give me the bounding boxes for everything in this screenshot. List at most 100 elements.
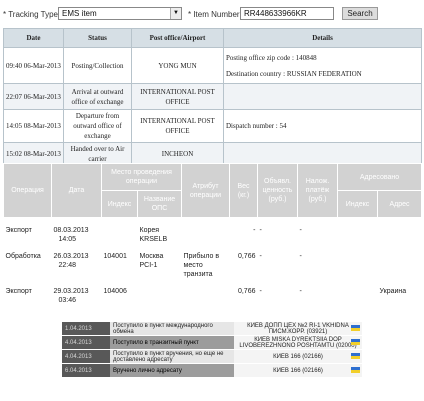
row-ops: [138, 287, 182, 305]
list-item: 4.04.2013 Поступило в пункт вручения, но…: [62, 350, 362, 364]
header-cod: Налож. платёж (руб.): [297, 163, 338, 218]
row-date: 14:05 08-Mar-2013: [3, 109, 64, 143]
row-operation: Экспорт: [5, 288, 32, 295]
row-date-time: 22:48: [58, 262, 77, 269]
item-number-label: * Item Number :: [188, 10, 245, 19]
header-office: Post office/Airport: [131, 28, 224, 48]
log-date: 6.04.2013: [62, 364, 110, 377]
header-index: Индекс: [101, 190, 138, 218]
item-number-input[interactable]: RR448633966KR: [240, 7, 334, 20]
attribute-line: Прибыло в: [183, 253, 220, 260]
row-declared: -: [259, 253, 262, 260]
log-event: Поступило в транзитный пункт: [110, 336, 234, 349]
search-bar: * Tracking Type : EMS item ▼ * Item Numb…: [0, 6, 424, 24]
row-status: Posting/Collection: [63, 47, 132, 84]
row-details: Dispatch number : 54: [223, 109, 422, 143]
detail-line: Destination country : RUSSIAN FEDERATION: [226, 69, 362, 78]
row-status: Departure from outward office of exchang…: [63, 109, 132, 143]
row-office: INTERNATIONAL POST OFFICE: [131, 83, 224, 110]
attribute-line: место: [183, 262, 203, 269]
table-row: 22:07 06-Mar-2013 Arrival at outward off…: [3, 83, 422, 110]
chevron-down-icon[interactable]: ▼: [170, 8, 181, 19]
row-operation: Экспорт: [5, 227, 32, 234]
row-ops: Корея KRSELB: [138, 226, 182, 244]
tracking-type-value: EMS item: [62, 9, 97, 18]
row-date: 26.03.2013 22:48: [52, 252, 102, 279]
header-declared: Объявл. ценность (руб.): [257, 163, 298, 218]
table-row: 09:40 06-Mar-2013 Posting/Collection YON…: [3, 47, 422, 84]
header-operation: Операция: [3, 163, 52, 218]
list-item: 1.04.2013 Поступило в пункт международно…: [62, 322, 362, 336]
row-office: YONG MUN: [131, 47, 224, 84]
row-date-day: 08.03.2013: [53, 227, 89, 234]
ukraine-flag-icon: [351, 339, 360, 345]
header-date: Date: [3, 28, 64, 48]
row-date-time: 14:05: [58, 236, 77, 243]
row-addr-index: [338, 226, 378, 244]
russian-header-row: Операция Дата Место проведения операции …: [3, 163, 422, 218]
row-index: 104006: [103, 288, 127, 295]
log-place-text: КИЕВ 166 (02166): [273, 353, 323, 360]
row-declared: -: [259, 227, 262, 234]
log-place: КИЕВ 166 (02166): [234, 350, 362, 363]
ukraine-flag-icon: [351, 325, 360, 331]
log-place: КИЕВ 166 (02166): [234, 364, 362, 377]
log-event: Вручено лично адресату: [110, 364, 234, 377]
list-item: 4.04.2013 Поступило в транзитный пункт К…: [62, 336, 362, 350]
row-office: INTERNATIONAL POST OFFICE: [131, 109, 224, 143]
row-weight: 0,766: [237, 253, 256, 260]
header-addressed: Адресовано: [337, 163, 422, 191]
log-place-text: КИЕВ ДОПП ЦЕХ №2 RI-1 VKHIDNA ПИСМ.КОРР.…: [247, 322, 349, 335]
row-addr-index: [338, 252, 378, 279]
search-button[interactable]: Search: [342, 7, 378, 20]
attribute-line: транзита: [183, 271, 213, 278]
ops-line: PCI-1: [139, 262, 158, 269]
header-ops-name: Название ОПС: [137, 190, 182, 218]
header-address: Адрес: [377, 190, 422, 218]
row-date: 29.03.2013 03:46: [52, 287, 102, 305]
header-place: Место проведения операции: [101, 163, 182, 191]
log-date: 4.04.2013: [62, 336, 110, 349]
row-details: Posting office zip code : 140848 Destina…: [223, 47, 422, 84]
header-details: Details: [223, 28, 422, 48]
row-date: 08.03.2013 14:05: [52, 226, 102, 244]
row-date: 09:40 06-Mar-2013: [3, 47, 64, 84]
list-item: 6.04.2013 Вручено лично адресату КИЕВ 16…: [62, 364, 362, 378]
row-date-day: 26.03.2013: [53, 253, 89, 260]
ukraine-flag-icon: [351, 353, 360, 359]
row-attribute: [182, 226, 230, 244]
table-row: Обработка 26.03.2013 22:48 104001 Москва…: [4, 252, 422, 279]
row-index: [102, 226, 138, 244]
log-event: Поступило в пункт международного обмена: [110, 322, 234, 335]
row-address: [378, 226, 422, 244]
table-row: Экспорт 08.03.2013 14:05 Корея KRSELB - …: [4, 226, 422, 244]
row-addr-index: [338, 287, 378, 305]
log-place-text: КИЕВ MISKA DYREKTSIIA DOP LIVOBEREZHNONO…: [239, 336, 357, 349]
log-place: КИЕВ MISKA DYREKTSIIA DOP LIVOBEREZHNONO…: [234, 336, 362, 349]
log-place-text: КИЕВ 166 (02166): [273, 367, 323, 374]
header-attribute: Атрибут операции: [181, 163, 230, 218]
row-cod: -: [299, 288, 302, 295]
row-details: [223, 83, 422, 110]
ops-line: KRSELB: [139, 236, 168, 243]
ukraine-post-log: 1.04.2013 Поступило в пункт международно…: [62, 322, 362, 378]
row-cod: -: [299, 227, 302, 234]
row-date: 22:07 06-Mar-2013: [3, 83, 64, 110]
row-address: [378, 252, 422, 279]
tracking-type-select[interactable]: EMS item ▼: [58, 7, 182, 20]
ops-line: Корея: [139, 227, 160, 234]
row-declared: -: [259, 288, 262, 295]
log-place: КИЕВ ДОПП ЦЕХ №2 RI-1 VKHIDNA ПИСМ.КОРР.…: [234, 322, 362, 335]
row-index: 104001: [103, 253, 127, 260]
row-weight: 0,766: [237, 288, 256, 295]
header-weight: Вес (кг.): [229, 163, 258, 218]
tracking-table: Date Status Post office/Airport Details …: [3, 28, 422, 166]
ukraine-flag-icon: [351, 367, 360, 373]
table-row: Экспорт 29.03.2013 03:46 104006 0,766 - …: [4, 287, 422, 305]
row-operation: Обработка: [5, 253, 41, 260]
tracking-type-label: * Tracking Type :: [3, 10, 63, 19]
row-date-day: 29.03.2013: [53, 288, 89, 295]
detail-line: Posting office zip code : 140848: [226, 53, 317, 62]
row-address: Украина: [379, 288, 407, 295]
row-cod: -: [299, 253, 302, 260]
